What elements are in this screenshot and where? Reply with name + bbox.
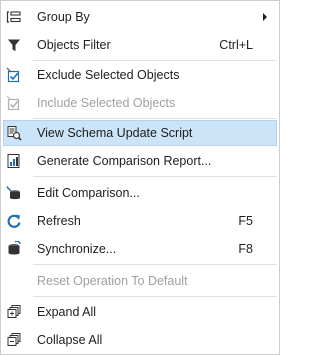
filter-icon [8,39,20,51]
shortcut-text: F5 [238,214,253,228]
submenu-arrow-icon [263,13,267,21]
menu-item-label: Synchronize... [37,242,117,256]
menu-item-expand-all[interactable]: Expand All [3,299,277,325]
menu-separator [33,118,277,119]
menu-item-collapse-all[interactable]: Collapse All [3,327,277,353]
report-icon [7,154,20,168]
menu-item-label: Edit Comparison... [37,186,140,200]
menu-item-refresh[interactable]: Refresh F5 [3,208,277,234]
shortcut-text: Ctrl+L [219,38,253,52]
context-menu: Group By Objects Filter Ctrl+L Exclude S… [0,0,280,355]
collapse-all-icon [7,333,21,346]
menu-item-label: Exclude Selected Objects [37,68,180,82]
menu-item-edit-comparison[interactable]: Edit Comparison... [3,180,277,206]
menu-item-label: Group By [37,10,90,24]
refresh-icon [7,214,21,228]
menu-item-label: Include Selected Objects [37,96,176,110]
group-by-icon [6,11,21,23]
menu-item-label: Refresh [37,214,81,228]
menu-item-generate-comparison-report[interactable]: Generate Comparison Report... [3,148,277,174]
menu-item-label: Generate Comparison Report... [37,154,212,168]
menu-item-label: Collapse All [37,333,103,347]
menu-item-synchronize[interactable]: Synchronize... F8 [3,236,277,262]
include-checkbox-icon [6,95,20,111]
script-icon [7,126,22,141]
menu-item-label: Reset Operation To Default [37,274,188,288]
menu-separator [33,60,277,61]
menu-separator [33,296,277,297]
menu-item-group-by[interactable]: Group By [3,4,277,30]
menu-item-label: Objects Filter [37,38,111,52]
shortcut-text: F8 [238,242,253,256]
menu-item-include-selected: Include Selected Objects [3,90,277,116]
menu-item-view-schema-update-script[interactable]: View Schema Update Script [3,120,277,146]
menu-item-reset-operation: Reset Operation To Default [3,268,277,294]
menu-item-label: Expand All [37,305,97,319]
expand-all-icon [7,305,21,318]
menu-item-label: View Schema Update Script [37,126,193,140]
exclude-checkbox-icon [6,67,20,83]
edit-comparison-icon [6,186,20,200]
menu-item-exclude-selected[interactable]: Exclude Selected Objects [3,62,277,88]
menu-separator [33,264,277,265]
menu-separator [33,176,277,177]
menu-item-objects-filter[interactable]: Objects Filter Ctrl+L [3,32,277,58]
synchronize-icon [8,241,21,255]
